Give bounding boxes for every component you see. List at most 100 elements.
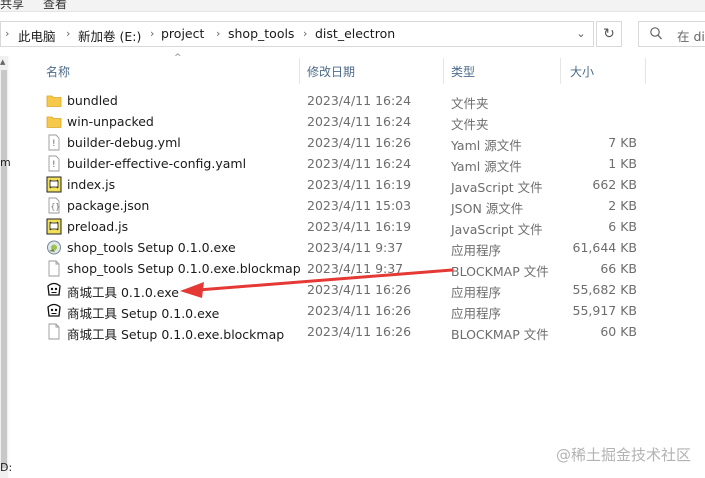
breadcrumb[interactable]: › 此电脑 › 新加卷 (E:) › project › shop_tools … xyxy=(0,21,594,47)
file-size: 6 KB xyxy=(608,219,637,234)
file-date: 2023/4/11 16:26 xyxy=(307,135,412,150)
file-name: shop_tools Setup 0.1.0.exe.blockmap xyxy=(67,261,301,276)
yaml-file-icon: ! xyxy=(46,155,62,172)
file-date: 2023/4/11 9:37 xyxy=(307,240,404,255)
file-type: BLOCKMAP 文件 xyxy=(451,327,549,342)
file-row[interactable]: bundled 2023/4/11 16:24 文件夹 xyxy=(10,90,705,111)
chevron-right-icon[interactable]: › xyxy=(150,27,154,40)
file-date: 2023/4/11 16:19 xyxy=(307,219,412,234)
ribbon-tabs: 共享 查看 xyxy=(0,0,705,12)
scroll-up-icon[interactable]: ▲ xyxy=(0,58,5,66)
file-size: 66 KB xyxy=(600,261,637,276)
refresh-icon[interactable]: ↻ xyxy=(596,21,622,47)
column-divider[interactable] xyxy=(645,58,646,84)
file-name: 商城工具 0.1.0.exe xyxy=(67,285,179,300)
file-type: Yaml 源文件 xyxy=(451,159,522,174)
file-type: 应用程序 xyxy=(451,306,502,321)
chevron-down-icon[interactable]: ⌄ xyxy=(570,23,592,45)
file-row[interactable]: ! builder-debug.yml 2023/4/11 16:26 Yaml… xyxy=(10,132,705,153)
file-size: 60 KB xyxy=(600,324,637,339)
column-header-row: ^ 名称 修改日期 类型 大小 xyxy=(10,53,705,86)
sort-ascending-icon: ^ xyxy=(174,53,182,63)
file-name: preload.js xyxy=(67,219,129,234)
file-row[interactable]: 商城工具 Setup 0.1.0.exe 2023/4/11 16:26 应用程… xyxy=(10,300,705,321)
column-divider[interactable] xyxy=(443,58,444,84)
file-type: JSON 源文件 xyxy=(451,201,524,216)
file-date: 2023/4/11 16:26 xyxy=(307,303,412,318)
file-name: package.json xyxy=(67,198,150,213)
column-header-name[interactable]: 名称 xyxy=(46,63,70,80)
file-name: 商城工具 Setup 0.1.0.exe.blockmap xyxy=(67,327,285,342)
blank-file-icon xyxy=(46,260,62,277)
installer-icon xyxy=(46,239,62,256)
file-name: win-unpacked xyxy=(67,114,154,129)
file-row[interactable]: {} package.json 2023/4/11 15:03 JSON 源文件… xyxy=(10,195,705,216)
tab-view[interactable]: 查看 xyxy=(43,0,67,11)
chevron-right-icon[interactable]: › xyxy=(303,27,307,40)
column-divider[interactable] xyxy=(299,58,300,84)
svg-text:!: ! xyxy=(52,139,56,149)
file-row[interactable]: win-unpacked 2023/4/11 16:24 文件夹 xyxy=(10,111,705,132)
watermark: @稀土掘金技术社区 xyxy=(555,446,691,464)
file-type: Yaml 源文件 xyxy=(451,138,522,153)
breadcrumb-this-pc[interactable]: 此电脑 xyxy=(18,26,56,45)
file-row[interactable]: 商城工具 Setup 0.1.0.exe.blockmap 2023/4/11 … xyxy=(10,321,705,342)
chevron-right-icon[interactable]: › xyxy=(66,27,70,40)
file-row[interactable]: preload.js 2023/4/11 16:19 JavaScript 文件… xyxy=(10,216,705,237)
folder-icon xyxy=(46,92,62,109)
file-name: builder-effective-config.yaml xyxy=(67,156,247,171)
file-date: 2023/4/11 16:24 xyxy=(307,93,412,108)
file-type: BLOCKMAP 文件 xyxy=(451,264,549,279)
svg-text:!: ! xyxy=(52,160,56,170)
chevron-right-icon[interactable]: › xyxy=(5,27,9,40)
address-bar-row: › 此电脑 › 新加卷 (E:) › project › shop_tools … xyxy=(0,12,705,56)
file-date: 2023/4/11 15:03 xyxy=(307,198,412,213)
file-size: 7 KB xyxy=(608,135,637,150)
folder-icon xyxy=(46,113,62,130)
breadcrumb-shop-tools[interactable]: shop_tools xyxy=(228,26,294,41)
file-size: 1 KB xyxy=(608,156,637,171)
json-file-icon: {} xyxy=(46,197,62,214)
nav-scrollbar-thumb[interactable] xyxy=(1,70,7,468)
file-row[interactable]: 商城工具 0.1.0.exe 2023/4/11 16:26 应用程序 55,6… xyxy=(10,279,705,300)
breadcrumb-dist-electron[interactable]: dist_electron xyxy=(315,26,395,41)
app-exe-icon xyxy=(46,281,62,298)
file-type: 应用程序 xyxy=(451,243,502,258)
navigation-pane: ▲ m D: xyxy=(0,56,12,478)
file-type: JavaScript 文件 xyxy=(451,222,543,237)
file-type: JavaScript 文件 xyxy=(451,180,543,195)
nav-scrollbar[interactable]: ▲ xyxy=(0,56,8,478)
file-row[interactable]: ! builder-effective-config.yaml 2023/4/1… xyxy=(10,153,705,174)
column-header-size[interactable]: 大小 xyxy=(570,63,594,80)
yaml-file-icon: ! xyxy=(46,134,62,151)
column-divider[interactable] xyxy=(560,58,561,84)
blank-file-icon xyxy=(46,323,62,340)
file-type: 应用程序 xyxy=(451,285,502,300)
file-name: shop_tools Setup 0.1.0.exe xyxy=(67,240,236,255)
file-date: 2023/4/11 16:26 xyxy=(307,324,412,339)
column-header-type[interactable]: 类型 xyxy=(451,63,475,80)
file-name: bundled xyxy=(67,93,118,108)
chevron-right-icon[interactable]: › xyxy=(216,27,220,40)
file-size: 55,682 KB xyxy=(572,282,637,297)
file-name: 商城工具 Setup 0.1.0.exe xyxy=(67,306,220,321)
svg-text:{}: {} xyxy=(51,202,61,211)
file-type: 文件夹 xyxy=(451,117,489,132)
tab-share[interactable]: 共享 xyxy=(0,0,24,11)
file-row[interactable]: shop_tools Setup 0.1.0.exe 2023/4/11 9:3… xyxy=(10,237,705,258)
column-header-date[interactable]: 修改日期 xyxy=(307,63,355,80)
file-row[interactable]: shop_tools Setup 0.1.0.exe.blockmap 2023… xyxy=(10,258,705,279)
file-size: 55,917 KB xyxy=(572,303,637,318)
breadcrumb-project[interactable]: project xyxy=(161,26,204,41)
file-date: 2023/4/11 9:37 xyxy=(307,261,404,276)
file-size: 2 KB xyxy=(608,198,637,213)
search-icon xyxy=(650,27,662,40)
js-file-icon xyxy=(46,218,62,235)
file-row[interactable]: index.js 2023/4/11 16:19 JavaScript 文件 6… xyxy=(10,174,705,195)
breadcrumb-drive-e[interactable]: 新加卷 (E:) xyxy=(78,26,141,45)
file-date: 2023/4/11 16:19 xyxy=(307,177,412,192)
file-size: 61,644 KB xyxy=(572,240,637,255)
search-placeholder: 在 di xyxy=(677,29,705,44)
nav-item-fragment[interactable]: D: xyxy=(0,461,12,474)
search-input[interactable]: 在 di xyxy=(638,21,705,47)
